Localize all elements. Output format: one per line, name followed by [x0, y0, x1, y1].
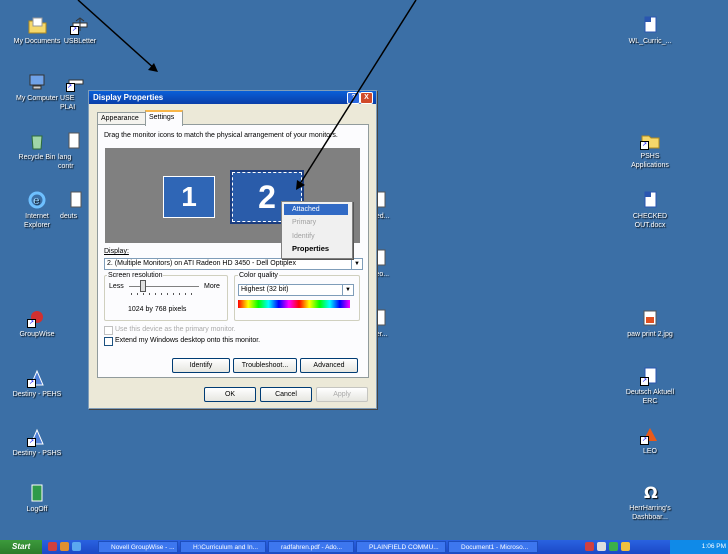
quicklaunch-firefox-icon[interactable] [60, 542, 69, 551]
tray-icon[interactable] [585, 542, 594, 551]
tab-settings[interactable]: Settings [145, 110, 183, 126]
clock[interactable]: 1:06 PM [702, 543, 726, 550]
start-label: Start [12, 542, 31, 551]
arrow-to-dialog [77, 0, 157, 71]
quicklaunch-ie-icon[interactable] [72, 542, 81, 551]
context-menu-primary[interactable]: Primary [284, 217, 348, 228]
desktop: My Documents ↗ USBLetter My Computer ↗ U… [0, 0, 728, 540]
arrowhead-icon [296, 180, 305, 190]
context-menu-attached[interactable]: Attached [284, 204, 348, 215]
taskbar-item-curriculum[interactable]: H:\Curriculum and In... [180, 541, 266, 553]
arrow-to-attached [297, 0, 417, 188]
taskbar-item-document1[interactable]: Document1 - Microso... [448, 541, 538, 553]
start-button[interactable]: Start [0, 540, 42, 554]
taskbar-item-radfahren[interactable]: radfahren.pdf - Ado... [268, 541, 354, 553]
context-menu-identify[interactable]: Identify [284, 231, 348, 242]
taskbar: Start Novell GroupWise - ... H:\Curricul… [0, 540, 728, 554]
taskbar-item-groupwise[interactable]: Novell GroupWise - ... [98, 541, 178, 553]
tray-icon[interactable] [621, 542, 630, 551]
context-menu-properties[interactable]: Properties [284, 243, 348, 254]
tray-icon[interactable] [597, 542, 606, 551]
system-tray: 1:06 PM [670, 540, 728, 554]
tray-icon[interactable] [609, 542, 618, 551]
monitor-context-menu: Attached Primary Identify Properties [281, 201, 353, 259]
taskbar-item-plainfield[interactable]: PLAINFIELD COMMU... [356, 541, 446, 553]
quicklaunch-groupwise-icon[interactable] [48, 542, 57, 551]
annotation-arrows [77, 0, 417, 190]
